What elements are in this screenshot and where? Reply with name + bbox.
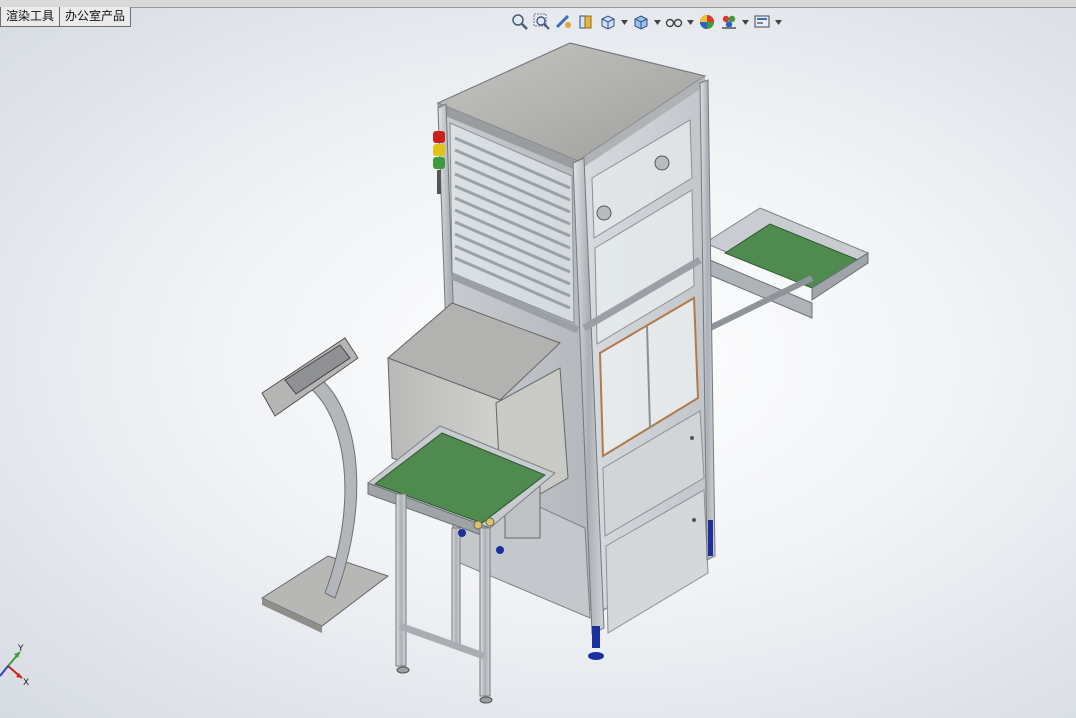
graphics-area[interactable] [0,28,1076,718]
title-bar-strip [0,0,1076,8]
triad-x-label: X [23,678,29,688]
triad-y-label: Y [17,644,24,654]
machine-3d-model [260,42,870,704]
tower-side-windows [591,119,709,634]
tab-office-products[interactable]: 办公室产品 [60,7,132,27]
coordinate-triad: Y X [0,636,40,688]
tab-render-tools[interactable]: 渲染工具 [0,7,61,27]
command-manager-tabs: 渲染工具 办公室产品 [0,7,132,27]
right-conveyor [703,207,870,331]
